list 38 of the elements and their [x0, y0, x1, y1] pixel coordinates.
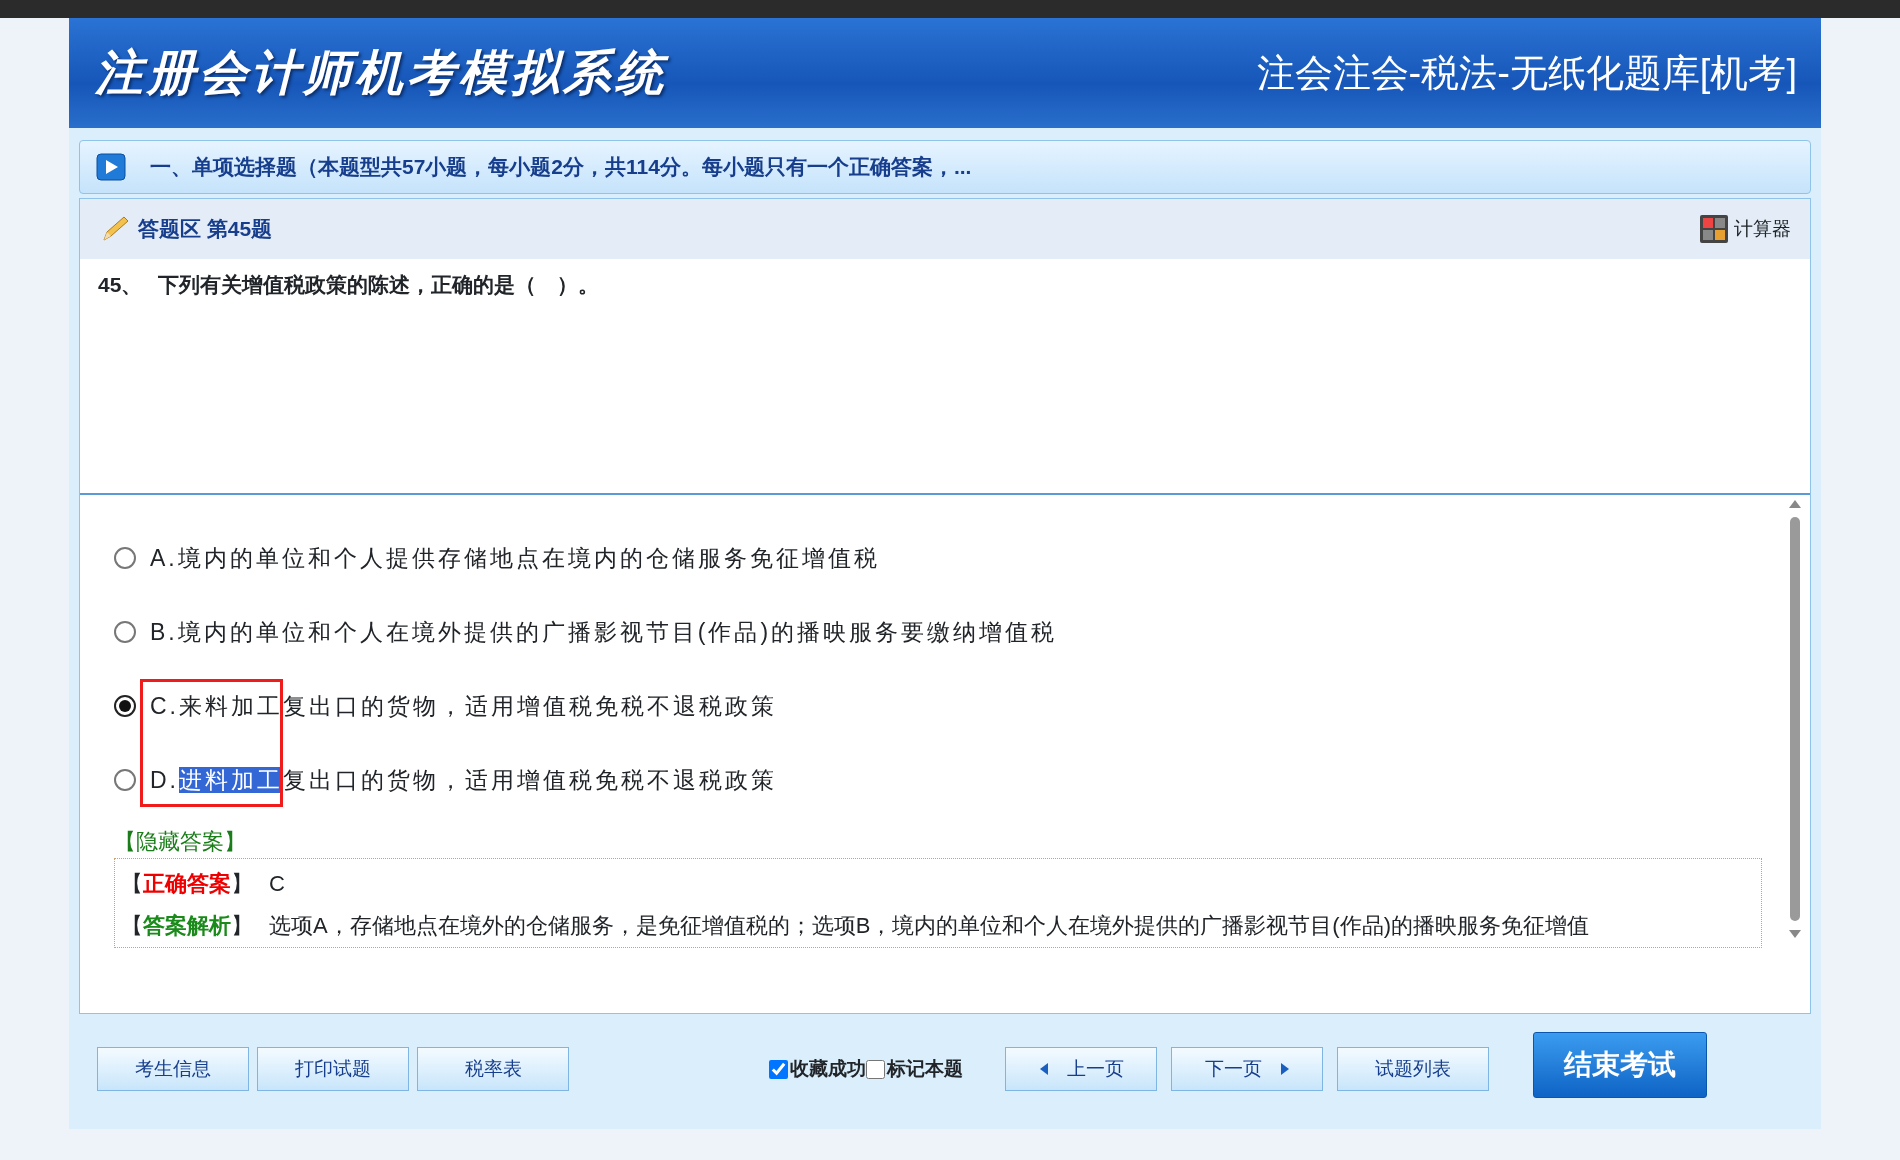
calculator-button[interactable]: 计算器	[1699, 213, 1792, 245]
correct-answer-label: 【正确答案】	[121, 871, 253, 896]
next-page-button[interactable]: 下一页	[1171, 1047, 1323, 1091]
play-icon	[96, 153, 126, 181]
checkbox-label[interactable]: 收藏成功	[790, 1054, 866, 1084]
scroll-up-icon[interactable]	[1788, 499, 1802, 509]
answer-area-label: 答题区 第45题	[138, 216, 273, 243]
system-title: 注册会计师机考模拟系统	[95, 45, 667, 101]
radio-button[interactable]	[114, 695, 136, 717]
checkbox-label[interactable]: 标记本题	[887, 1054, 963, 1084]
option-label[interactable]: D.进料加工复出口的货物，适用增值税免税不退税政策	[150, 762, 777, 798]
checkbox[interactable]	[866, 1059, 885, 1079]
question-number: 45、	[98, 272, 143, 298]
right-triangle-icon	[1279, 1062, 1290, 1076]
option-label[interactable]: B.境内的单位和个人在境外提供的广播影视节目(作品)的播映服务要缴纳增值税	[150, 614, 1058, 650]
toolbar-button[interactable]: 税率表	[417, 1047, 569, 1091]
calculator-icon	[1700, 215, 1728, 243]
section-title: 一、单项选择题（本题型共57小题，每小题2分，共114分。每小题只有一个正确答案，...	[150, 154, 972, 181]
question-text: 下列有关增值税政策的陈述，正确的是（ ）。	[158, 272, 600, 298]
correct-answer: C	[269, 871, 285, 896]
finish-exam-button[interactable]: 结束考试	[1533, 1032, 1707, 1098]
previous-page-button[interactable]: 上一页	[1005, 1047, 1157, 1091]
checkbox[interactable]	[769, 1059, 788, 1079]
analysis-label: 【答案解析】	[121, 913, 253, 938]
option-label[interactable]: A.境内的单位和个人提供存储地点在境内的仓储服务免征增值税	[150, 540, 880, 576]
radio-button[interactable]	[114, 769, 136, 791]
hide-answer-link[interactable]: 【隐藏答案】	[114, 829, 246, 854]
toolbar-button[interactable]: 考生信息	[97, 1047, 249, 1091]
toolbar-button[interactable]: 打印试题	[257, 1047, 409, 1091]
scrollbar[interactable]	[1786, 499, 1804, 939]
left-triangle-icon	[1038, 1062, 1049, 1076]
exam-title: 注会注会-税法-无纸化题库[机考]	[1256, 50, 1797, 96]
radio-button[interactable]	[114, 621, 136, 643]
pencil-icon	[100, 214, 130, 244]
analysis-text: 选项A，存储地点在境外的仓储服务，是免征增值税的；选项B，境内的单位和个人在境外提供的广播影视节目(作品)的播映服务免征增值	[269, 913, 1589, 938]
question-list-button[interactable]: 试题列表	[1337, 1047, 1489, 1091]
radio-button[interactable]	[114, 547, 136, 569]
scroll-down-icon[interactable]	[1788, 929, 1802, 939]
